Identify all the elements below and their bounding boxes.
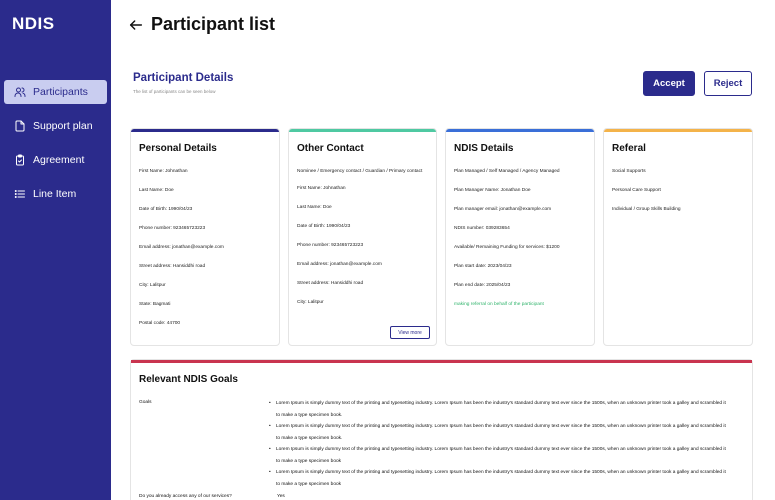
field-first-name: First Name: Johnathan xyxy=(139,169,188,174)
referral-note: making referral on behalf of the partici… xyxy=(454,302,544,307)
back-arrow-icon[interactable] xyxy=(128,17,144,33)
services-answer: Yes xyxy=(277,494,285,499)
services-question: Do you already access any of our service… xyxy=(139,494,232,499)
field-first-name: First Name: Johnathan xyxy=(297,185,346,191)
ndis-details-card: NDIS Details Plan Managed / Self Managed… xyxy=(445,128,595,346)
card-accent-bar xyxy=(131,129,279,132)
card-title: Relevant NDIS Goals xyxy=(139,374,238,385)
goal-item: Lorem Ipsum is simply dummy text of the … xyxy=(269,421,729,444)
field-phone: Phone number: 923465723223 xyxy=(297,242,364,248)
field-email: Email address: jonathan@example.com xyxy=(139,245,224,250)
card-title: Referal xyxy=(612,143,646,154)
sidebar-item-label: Line Item xyxy=(33,188,77,200)
referal-card: Referal Social Supports Personal Care Su… xyxy=(603,128,753,346)
sidebar-item-label: Participants xyxy=(33,86,88,98)
field-plan-start-date: Plan start date: 2023/04/23 xyxy=(454,264,512,269)
page-header: Participant list xyxy=(111,0,775,52)
sidebar-item-line-item[interactable]: Line Item xyxy=(4,182,107,206)
card-title: Other Contact xyxy=(297,143,364,154)
field-city: City: Lalitpur xyxy=(139,283,166,288)
clipboard-check-icon xyxy=(14,154,26,166)
referal-item: Individual / Group Skills Building xyxy=(612,207,681,212)
users-icon xyxy=(14,86,26,98)
card-accent-bar xyxy=(446,129,594,132)
page-title: Participant list xyxy=(151,14,276,34)
referal-item: Social Supports xyxy=(612,169,646,174)
field-dob: Date of Birth: 1990/04/23 xyxy=(297,223,351,229)
goal-item: Lorem Ipsum is simply dummy text of the … xyxy=(269,444,729,467)
other-contact-card: Other Contact Nominee / Emergency contac… xyxy=(288,128,437,346)
sidebar-item-support-plan[interactable]: Support plan xyxy=(4,114,107,138)
goals-list: Lorem Ipsum is simply dummy text of the … xyxy=(269,398,729,490)
goals-label: Goals xyxy=(139,400,152,405)
field-city: City: Lalitpur xyxy=(297,299,324,305)
brand-logo: NDIS xyxy=(12,14,55,33)
list-icon xyxy=(14,188,26,200)
field-contact-type: Nominee / Emergency contact / Guardian /… xyxy=(297,169,423,174)
card-accent-bar xyxy=(131,360,752,363)
sidebar-item-participants[interactable]: Participants xyxy=(4,80,107,104)
field-plan-manager-name: Plan Manager Name: Jonathan Doe xyxy=(454,188,531,193)
section-title: Participant Details xyxy=(133,72,234,84)
view-more-button[interactable]: View more xyxy=(390,326,430,339)
field-plan-type: Plan Managed / Self Managed / Agency Man… xyxy=(454,169,560,174)
card-accent-bar xyxy=(604,129,752,132)
field-phone: Phone number: 923465723223 xyxy=(139,226,206,231)
sidebar: NDIS Participants Support plan Agreement… xyxy=(0,0,111,500)
field-email: Email address: jonathan@example.com xyxy=(297,261,382,267)
field-remaining-funding: Available/ Remaining Funding for service… xyxy=(454,245,560,250)
card-accent-bar xyxy=(289,129,436,132)
document-icon xyxy=(14,120,26,132)
field-plan-manager-email: Plan manager email: jonathan@example.com xyxy=(454,207,552,212)
field-postal-code: Postal code: 44700 xyxy=(139,321,181,326)
sidebar-item-label: Agreement xyxy=(33,154,85,166)
field-plan-end-date: Plan end date: 2025/04/23 xyxy=(454,283,511,288)
sidebar-item-label: Support plan xyxy=(33,120,93,132)
ndis-goals-card: Relevant NDIS Goals Goals Lorem Ipsum is… xyxy=(130,359,753,500)
field-last-name: Last Name: Doe xyxy=(139,188,174,193)
personal-details-card: Personal Details First Name: Johnathan L… xyxy=(130,128,280,346)
accept-button[interactable]: Accept xyxy=(643,71,695,96)
goal-item: Lorem Ipsum is simply dummy text of the … xyxy=(269,467,729,490)
field-dob: Date of Birth: 1990/04/23 xyxy=(139,207,193,212)
field-state: State: Bagmati xyxy=(139,302,171,307)
field-street: Street address: Hansiddhi road xyxy=(139,264,206,269)
sidebar-item-agreement[interactable]: Agreement xyxy=(4,148,107,172)
goal-item: Lorem Ipsum is simply dummy text of the … xyxy=(269,398,729,421)
section-subtitle: The list of participants can be seen bel… xyxy=(133,89,216,94)
referal-item: Personal Care Support xyxy=(612,188,661,193)
card-title: Personal Details xyxy=(139,143,217,154)
field-last-name: Last Name: Doe xyxy=(297,204,332,210)
reject-button[interactable]: Reject xyxy=(704,71,752,96)
field-ndis-number: NDIS number: 039283654 xyxy=(454,226,510,231)
card-title: NDIS Details xyxy=(454,143,514,154)
field-street: Street address: Hansiddhi road xyxy=(297,280,364,286)
